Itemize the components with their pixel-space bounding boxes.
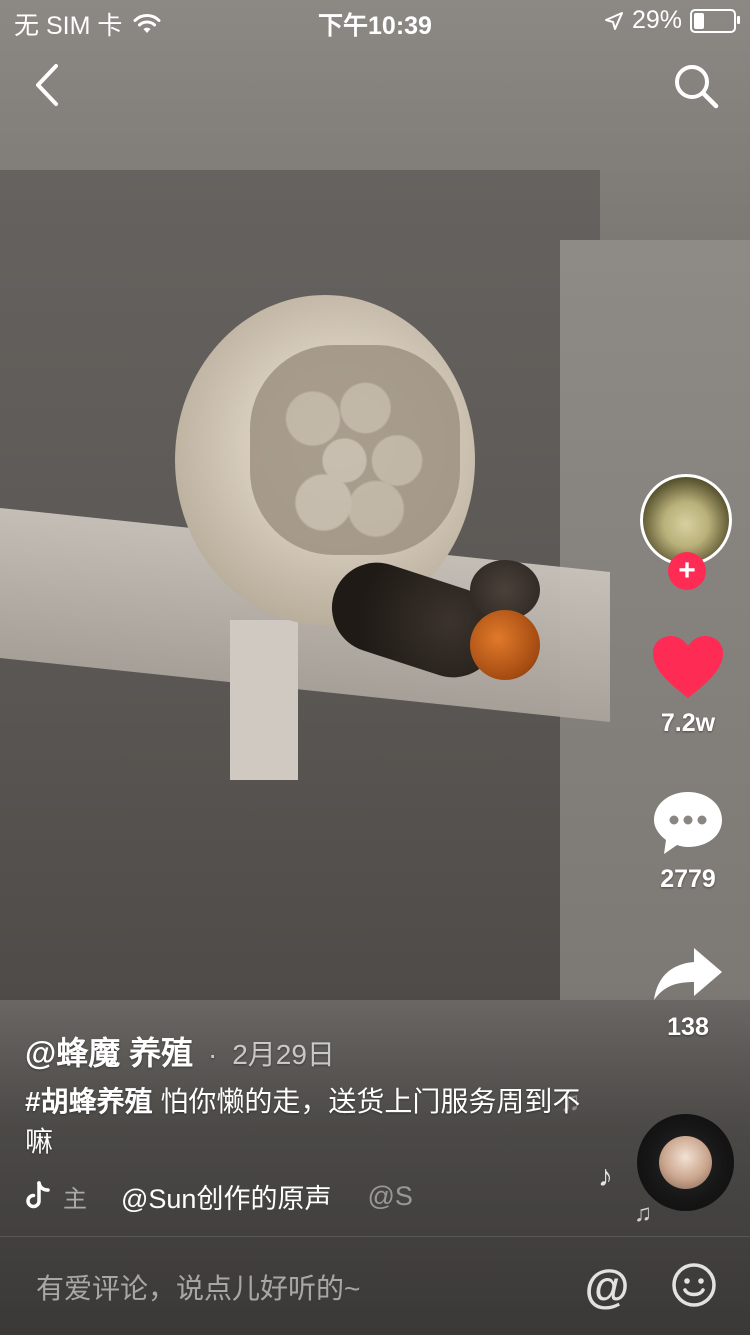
heart-icon	[653, 636, 723, 698]
hornet-head	[470, 610, 540, 680]
nest-cells	[250, 345, 460, 555]
chevron-left-icon	[36, 64, 58, 106]
battery-icon	[690, 8, 740, 33]
music-note-icon: ♪	[598, 1160, 613, 1193]
comment-bubble-icon	[654, 792, 722, 854]
music-disc[interactable]	[637, 1114, 734, 1211]
like-count: 7.2w	[660, 709, 716, 737]
search-icon	[675, 65, 719, 109]
comment-button[interactable]: 2779	[638, 790, 738, 894]
share-button[interactable]: 138	[638, 946, 738, 1042]
author-name[interactable]: @蜂魔 养殖	[25, 1035, 193, 1071]
like-button[interactable]: 7.2w	[638, 634, 738, 738]
emoji-button[interactable]	[670, 1261, 718, 1309]
music-title: @Sun创作的原声	[121, 1183, 332, 1214]
back-button[interactable]	[28, 60, 68, 110]
plus-icon: +	[678, 554, 696, 587]
comment-bar: 有爱评论，说点儿好听的~ @	[0, 1236, 750, 1335]
share-arrow-icon	[654, 948, 722, 1000]
battery-percent: 29%	[631, 6, 682, 34]
video-post	[230, 620, 298, 780]
music-marquee-suffix: @S	[367, 1180, 413, 1211]
post-date: 2月29日	[232, 1039, 335, 1070]
hashtag-link[interactable]: #胡蜂养殖	[25, 1086, 153, 1117]
tiktok-logo-icon	[26, 1181, 50, 1209]
music-note-icon: ♫	[634, 1200, 652, 1227]
music-info[interactable]: 主 @Sun创作的原声 @S	[25, 1176, 425, 1216]
comment-count: 2779	[660, 865, 716, 893]
post-caption: #胡蜂养殖 怕你懒的走，送货上门服务周到不嘛	[25, 1082, 585, 1162]
post-separator: ·	[208, 1039, 218, 1070]
battery-level	[694, 12, 704, 29]
at-icon: @	[584, 1260, 630, 1312]
post-author-line: @蜂魔 养殖 · 2月29日	[25, 1028, 335, 1074]
search-button[interactable]	[672, 62, 720, 110]
follow-button[interactable]: +	[668, 552, 706, 590]
status-right: 29%	[604, 6, 740, 35]
mention-button[interactable]: @	[580, 1259, 634, 1313]
smiley-face-icon	[672, 1263, 716, 1307]
music-marquee-prefix: 主	[63, 1185, 87, 1213]
share-count: 138	[667, 1013, 709, 1041]
location-arrow-icon	[604, 11, 623, 30]
comment-input[interactable]: 有爱评论，说点儿好听的~	[36, 1267, 536, 1307]
status-bar: 无 SIM 卡 下午10:39 29%	[0, 0, 750, 40]
music-cover-avatar	[659, 1136, 712, 1189]
